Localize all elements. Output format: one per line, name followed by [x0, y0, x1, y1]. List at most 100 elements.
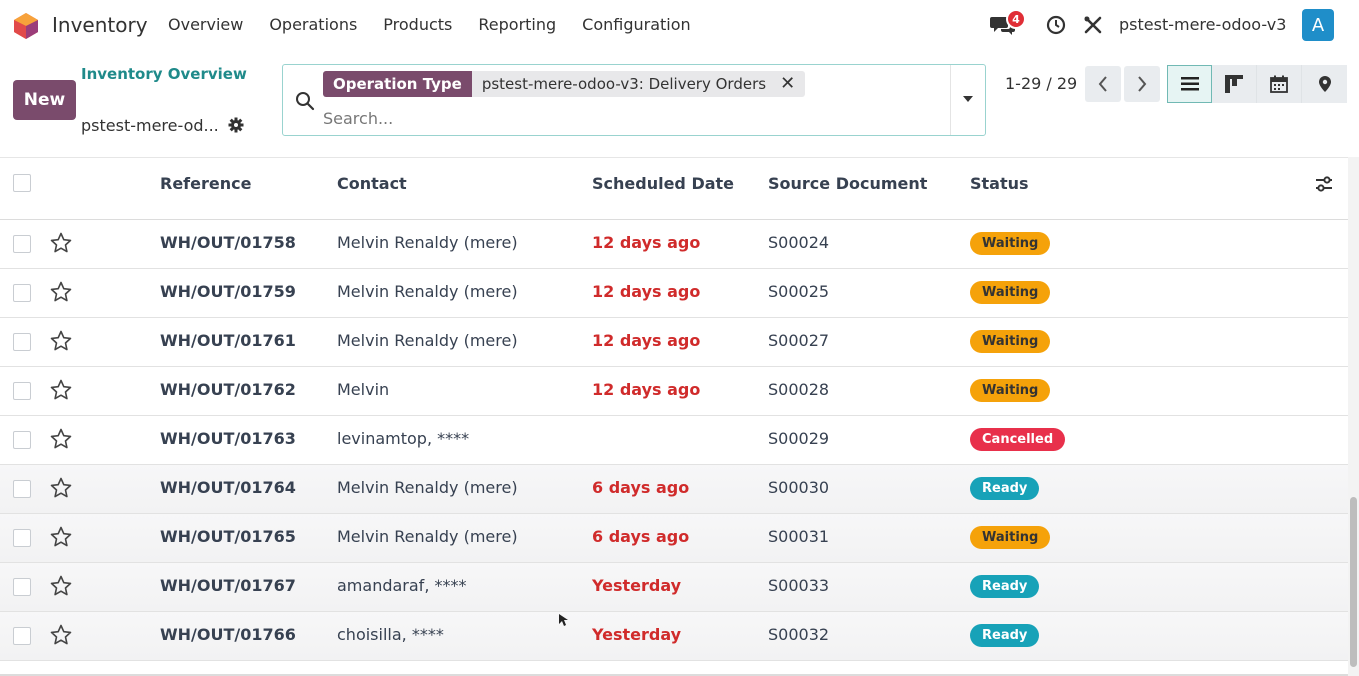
dropdown-divider [950, 65, 951, 135]
column-scheduled-date[interactable]: Scheduled Date [592, 174, 734, 193]
menu-products[interactable]: Products [383, 15, 452, 34]
cell-contact: amandaraf, **** [337, 576, 467, 595]
chevron-right-icon [1138, 76, 1147, 92]
cell-scheduled-date: Yesterday [592, 625, 682, 644]
status-badge: Waiting [970, 281, 1051, 304]
cell-source-document: S00030 [768, 478, 830, 497]
table-row[interactable]: WH/OUT/01763 levinamtop, **** S00029 Cancel… [0, 416, 1348, 465]
menu-reporting[interactable]: Reporting [478, 15, 556, 34]
cell-reference: WH/OUT/01763 [160, 429, 296, 448]
map-view-button[interactable] [1302, 65, 1347, 103]
search-panel: Operation Type pstest-mere-odoo-v3: Deli… [282, 64, 986, 136]
row-checkbox[interactable] [13, 627, 31, 645]
select-all-checkbox[interactable] [13, 174, 31, 192]
menu-overview[interactable]: Overview [168, 15, 243, 34]
row-checkbox[interactable] [13, 529, 31, 547]
row-checkbox[interactable] [13, 578, 31, 596]
optional-columns-icon[interactable] [1314, 174, 1334, 194]
star-icon[interactable] [49, 329, 73, 353]
star-icon[interactable] [49, 378, 73, 402]
row-checkbox[interactable] [13, 235, 31, 253]
kanban-view-button[interactable] [1212, 65, 1257, 103]
cell-contact: Melvin Renaldy (mere) [337, 527, 518, 546]
status-badge: Ready [970, 575, 1040, 598]
pager-previous-button[interactable] [1085, 66, 1121, 102]
table-row[interactable]: WH/OUT/01766 choisilla, **** Yesterday S000… [0, 612, 1348, 661]
row-checkbox[interactable] [13, 480, 31, 498]
calendar-icon [1270, 75, 1288, 93]
list-icon [1180, 77, 1199, 91]
breadcrumb-inventory-overview[interactable]: Inventory Overview [81, 65, 247, 83]
cell-contact: Melvin [337, 380, 390, 399]
scrollbar-thumb[interactable] [1350, 497, 1357, 667]
cell-contact: choisilla, **** [337, 625, 444, 644]
facet-value-text: pstest-mere-odoo-v3: Delivery Orders [481, 75, 767, 93]
cell-source-document: S00029 [768, 429, 830, 448]
row-checkbox[interactable] [13, 382, 31, 400]
cell-source-document: S00033 [768, 576, 830, 595]
table-row[interactable]: WH/OUT/01759 Melvin Renaldy (mere) 12 days… [0, 269, 1348, 318]
facet-value: pstest-mere-odoo-v3: Delivery Orders ✕ [471, 71, 806, 97]
search-input[interactable] [323, 105, 923, 131]
view-switcher [1167, 65, 1347, 103]
cell-source-document: S00031 [768, 527, 830, 546]
menu-operations[interactable]: Operations [269, 15, 357, 34]
remove-facet-icon[interactable]: ✕ [780, 75, 795, 93]
search-facet: Operation Type pstest-mere-odoo-v3: Deli… [323, 71, 806, 97]
calendar-view-button[interactable] [1257, 65, 1302, 103]
search-options-toggle-icon[interactable] [963, 96, 973, 102]
status-badge: Ready [970, 477, 1040, 500]
app-title[interactable]: Inventory [52, 13, 148, 37]
pager-next-button[interactable] [1124, 66, 1160, 102]
table-row[interactable]: WH/OUT/01762 Melvin 12 days ago S00028 Waiti… [0, 367, 1348, 416]
star-icon[interactable] [49, 525, 73, 549]
status-badge: Waiting [970, 379, 1051, 402]
kanban-icon [1225, 75, 1243, 93]
chat-count-badge: 4 [1006, 9, 1026, 29]
clock-icon[interactable] [1046, 15, 1066, 35]
table-header: Reference Contact Scheduled Date Source … [0, 157, 1348, 220]
facet-label: Operation Type [323, 71, 472, 97]
database-name[interactable]: pstest-mere-odoo-v3 [1119, 15, 1286, 34]
column-contact[interactable]: Contact [337, 174, 407, 193]
row-checkbox[interactable] [13, 333, 31, 351]
cell-reference: WH/OUT/01762 [160, 380, 296, 399]
table-row[interactable]: WH/OUT/01764 Melvin Renaldy (mere) 6 days … [0, 465, 1348, 514]
pager-value[interactable]: 1-29 / 29 [1005, 74, 1077, 93]
table-row[interactable]: WH/OUT/01767 amandaraf, **** Yesterday S000… [0, 563, 1348, 612]
new-button[interactable]: New [13, 80, 76, 120]
gear-icon[interactable] [228, 117, 244, 133]
status-badge: Cancelled [970, 428, 1066, 451]
star-icon[interactable] [49, 280, 73, 304]
chevron-left-icon [1098, 76, 1107, 92]
debug-tools-icon[interactable] [1083, 15, 1103, 35]
star-icon[interactable] [49, 427, 73, 451]
row-checkbox[interactable] [13, 284, 31, 302]
star-icon[interactable] [49, 231, 73, 255]
status-badge: Waiting [970, 330, 1051, 353]
star-icon[interactable] [49, 574, 73, 598]
row-checkbox[interactable] [13, 431, 31, 449]
cell-source-document: S00025 [768, 282, 830, 301]
status-badge: Waiting [970, 526, 1051, 549]
menu-configuration[interactable]: Configuration [582, 15, 691, 34]
cell-contact: Melvin Renaldy (mere) [337, 233, 518, 252]
list-view-button[interactable] [1167, 65, 1212, 103]
odoo-app-logo-icon[interactable] [13, 12, 39, 40]
column-reference[interactable]: Reference [160, 174, 251, 193]
cell-contact: Melvin Renaldy (mere) [337, 331, 518, 350]
table-row[interactable]: WH/OUT/01765 Melvin Renaldy (mere) 6 days … [0, 514, 1348, 563]
column-status[interactable]: Status [970, 174, 1029, 193]
star-icon[interactable] [49, 476, 73, 500]
cell-reference: WH/OUT/01767 [160, 576, 296, 595]
vertical-scrollbar[interactable] [1348, 157, 1359, 676]
cell-scheduled-date: 6 days ago [592, 527, 690, 546]
table-row[interactable]: WH/OUT/01761 Melvin Renaldy (mere) 12 days… [0, 318, 1348, 367]
star-icon[interactable] [49, 623, 73, 647]
user-avatar[interactable]: A [1302, 9, 1334, 41]
column-source-document[interactable]: Source Document [768, 174, 927, 193]
table-row[interactable]: WH/OUT/01758 Melvin Renaldy (mere) 12 days… [0, 220, 1348, 269]
cell-reference: WH/OUT/01761 [160, 331, 296, 350]
cell-contact: levinamtop, **** [337, 429, 470, 448]
cell-reference: WH/OUT/01764 [160, 478, 296, 497]
